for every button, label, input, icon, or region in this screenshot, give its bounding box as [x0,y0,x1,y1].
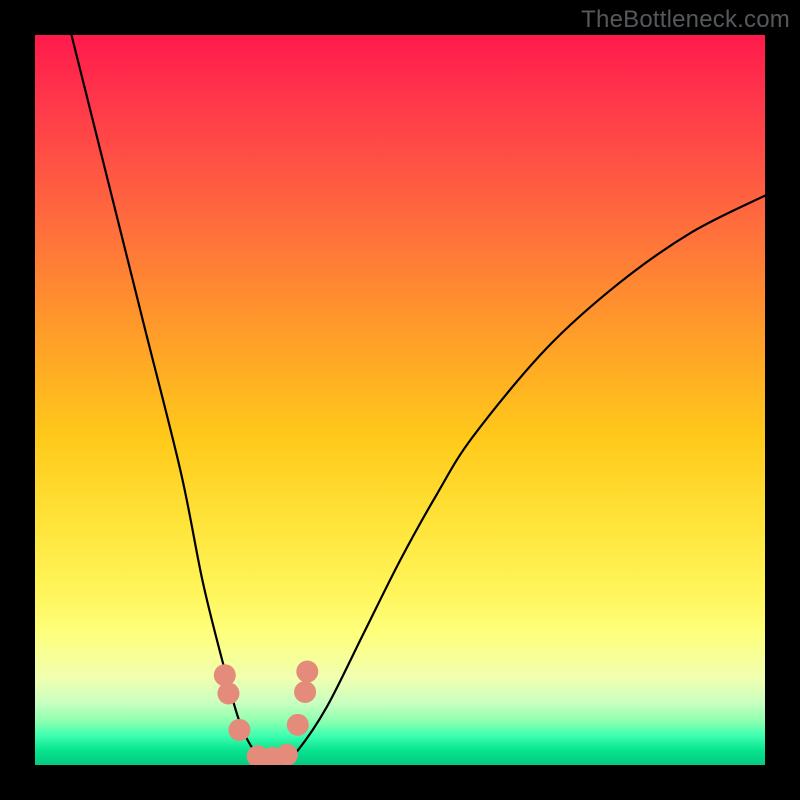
marker-dot [214,664,236,686]
curve-svg [35,35,765,765]
marker-dot [228,719,250,741]
plot-area [35,35,765,765]
watermark-text: TheBottleneck.com [581,6,790,34]
marker-group [214,661,318,765]
marker-dot [276,744,298,765]
marker-dot [287,714,309,736]
marker-dot [294,681,316,703]
marker-dot [217,682,239,704]
bottleneck-curve [72,35,766,763]
marker-dot [261,747,283,765]
chart-frame: TheBottleneck.com [0,0,800,800]
marker-dot [247,745,269,765]
marker-dot [296,661,318,683]
